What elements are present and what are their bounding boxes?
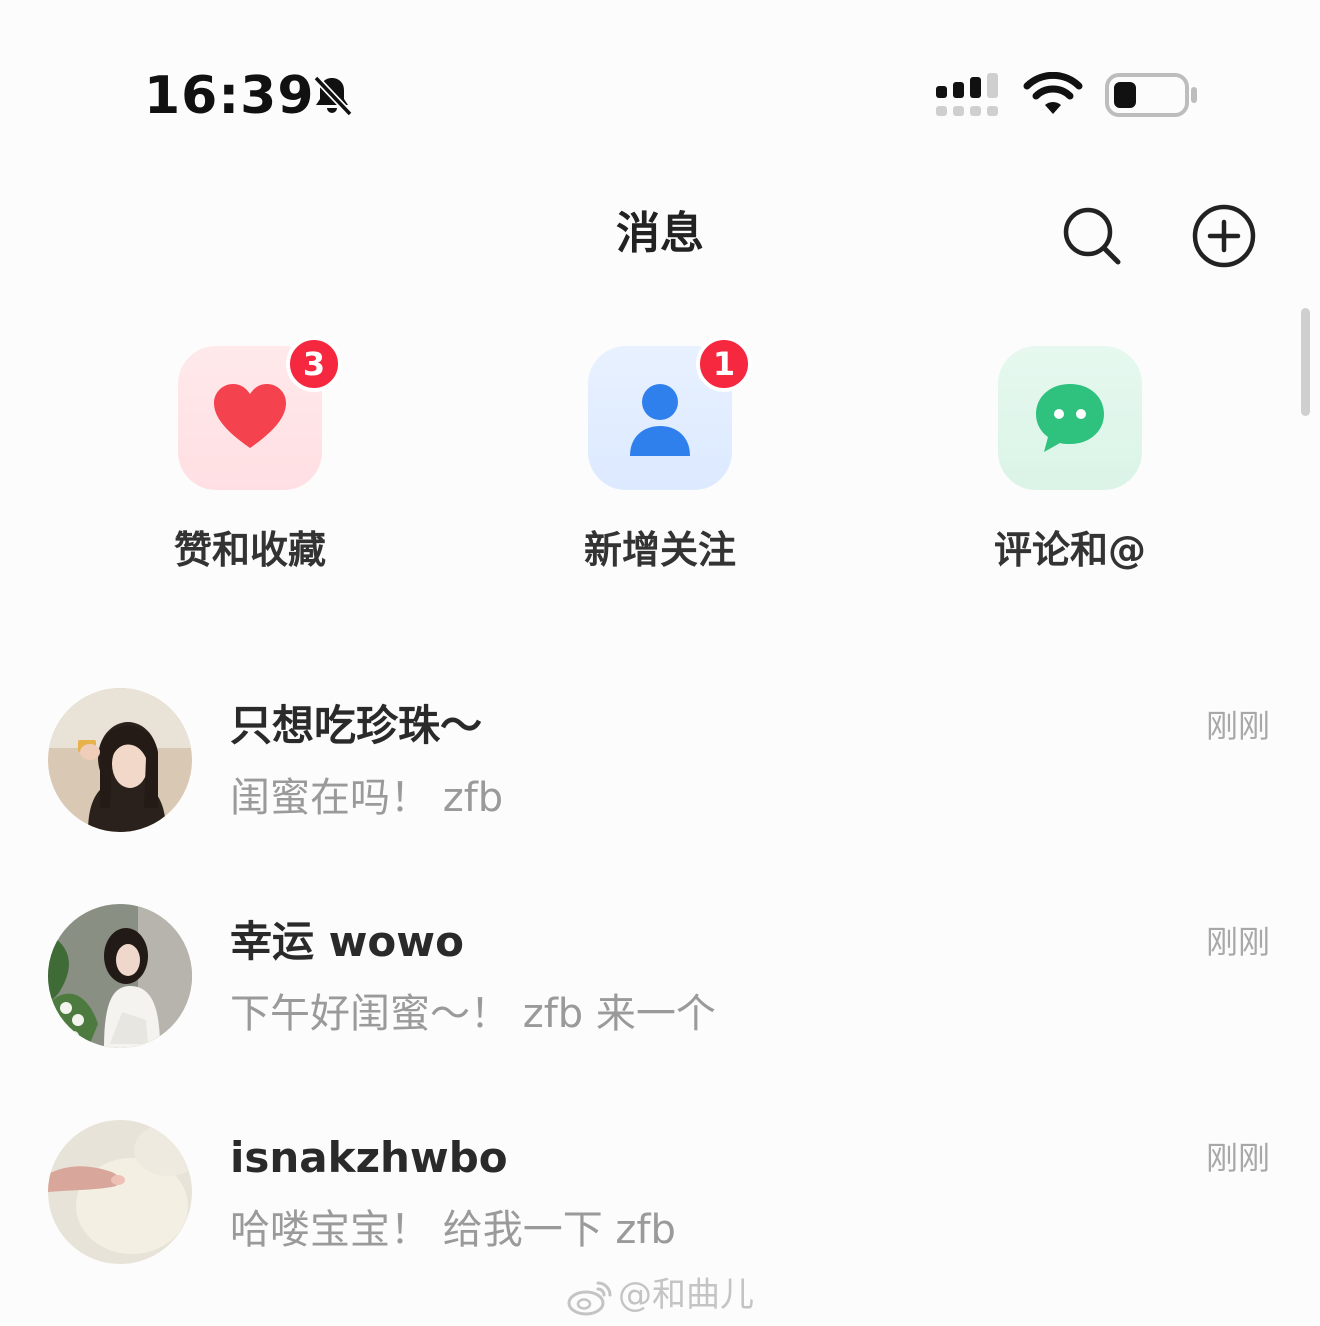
heart-icon	[214, 384, 286, 448]
weibo-icon	[567, 1281, 612, 1315]
shortcut-label: 新增关注	[583, 528, 736, 572]
conversation-time: 刚刚	[1205, 923, 1270, 961]
unread-badge: 3	[286, 336, 342, 392]
conversation-preview: 闺蜜在吗！ zfb	[230, 775, 504, 821]
wifi-icon	[1023, 72, 1083, 114]
chat-bubble-icon	[1036, 384, 1104, 452]
conversation-time: 刚刚	[1205, 707, 1270, 745]
avatar	[48, 688, 192, 832]
shortcut-new-followers[interactable]: 1 新增关注	[538, 336, 798, 586]
watermark-text: @和曲儿	[618, 1275, 754, 1315]
conversation-item[interactable]: 幸运 wowo 下午好闺蜜～！ zfb 来一个 刚刚	[0, 904, 1320, 1084]
conversation-preview: 哈喽宝宝！ 给我一下 zfb	[230, 1207, 676, 1253]
search-icon[interactable]	[1060, 204, 1124, 268]
bell-muted-icon	[313, 75, 353, 117]
unread-badge: 1	[696, 336, 752, 392]
scrollbar[interactable]	[1301, 308, 1310, 416]
avatar	[48, 1120, 192, 1264]
status-time: 16:39	[144, 66, 315, 126]
shortcut-comments-and-mentions[interactable]: 评论和@	[948, 346, 1208, 586]
conversation-item[interactable]: 只想吃珍珠～ 闺蜜在吗！ zfb 刚刚	[0, 688, 1320, 868]
watermark: @和曲儿	[566, 1272, 754, 1318]
status-bar: 16:39	[0, 0, 1320, 150]
add-circle-icon[interactable]	[1190, 202, 1258, 270]
conversation-name: 只想吃珍珠～	[230, 701, 483, 750]
shortcut-label: 赞和收藏	[173, 528, 326, 572]
shortcut-label: 评论和@	[993, 528, 1146, 572]
shortcut-likes-and-favorites[interactable]: 3 赞和收藏	[128, 336, 388, 586]
battery-icon	[1105, 73, 1197, 117]
conversation-time: 刚刚	[1205, 1139, 1270, 1177]
shortcut-tile	[998, 346, 1142, 490]
cellular-signal-icon	[936, 73, 998, 116]
conversation-preview: 下午好闺蜜～！ zfb 来一个	[230, 991, 716, 1037]
conversation-name: 幸运 wowo	[230, 917, 464, 966]
conversation-name: isnakzhwbo	[230, 1133, 508, 1182]
person-icon	[630, 384, 690, 456]
avatar	[48, 904, 192, 1048]
page-title: 消息	[616, 208, 704, 259]
